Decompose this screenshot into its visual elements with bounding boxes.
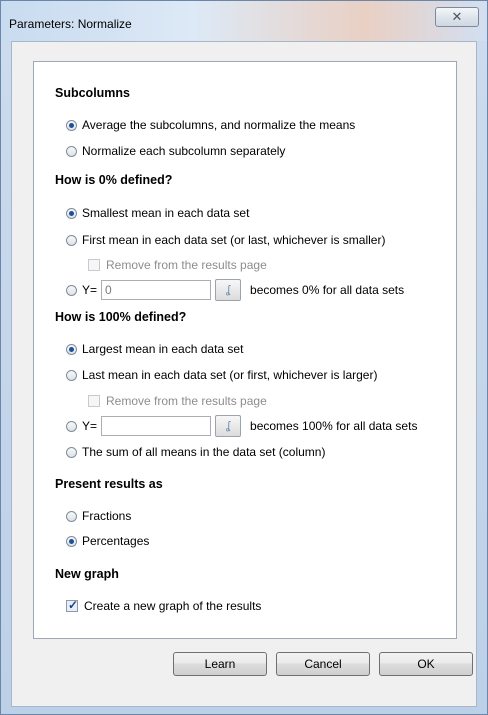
radio-normalize-each[interactable]: Normalize each subcolumn separately: [66, 143, 285, 159]
radio-label: Percentages: [82, 534, 150, 548]
y-suffix-label: becomes 0% for all data sets: [250, 283, 405, 297]
hook-picker-icon: ʆ: [226, 284, 230, 296]
checkbox-checked[interactable]: [66, 598, 78, 612]
radio-button[interactable]: [66, 369, 77, 381]
zero-y-input[interactable]: 0: [101, 280, 212, 300]
section-title-subcolumns: Subcolumns: [55, 86, 131, 100]
radio-label: The sum of all means in the data set (co…: [82, 445, 326, 459]
dialog-client-area: Subcolumns Average the subcolumns, and n…: [11, 41, 477, 707]
zero-y-row: Y= 0 ʆ becomes 0% for all data sets: [66, 278, 404, 302]
options-panel: Subcolumns Average the subcolumns, and n…: [33, 61, 457, 639]
section-title-new-graph: New graph: [55, 567, 119, 581]
radio-percentages[interactable]: Percentages: [66, 533, 149, 549]
hundred-y-input[interactable]: [101, 416, 212, 436]
radio-button-selected[interactable]: [66, 207, 77, 219]
radio-button-selected[interactable]: [66, 119, 77, 131]
radio-button[interactable]: [66, 145, 77, 157]
radio-button[interactable]: [66, 420, 77, 432]
radio-label: Smallest mean in each data set: [82, 206, 250, 220]
radio-label: Last mean in each data set (or first, wh…: [82, 368, 378, 382]
value-picker-button[interactable]: ʆ: [215, 279, 242, 301]
radio-last-mean[interactable]: Last mean in each data set (or first, wh…: [66, 367, 377, 383]
checkbox-create-graph[interactable]: Create a new graph of the results: [66, 598, 261, 614]
radio-button-selected[interactable]: [66, 535, 77, 547]
radio-sum-of-means[interactable]: The sum of all means in the data set (co…: [66, 444, 325, 460]
checkbox-label: Remove from the results page: [106, 258, 267, 272]
close-button[interactable]: ✕: [435, 7, 479, 27]
value-picker-button[interactable]: ʆ: [215, 415, 242, 437]
radio-label: Fractions: [82, 509, 132, 523]
radio-label: Average the subcolumns, and normalize th…: [82, 118, 356, 132]
checkbox: [88, 395, 100, 407]
ok-button[interactable]: OK: [379, 652, 473, 676]
checkbox-label: Create a new graph of the results: [84, 599, 262, 613]
title-bar: Parameters: Normalize ✕: [1, 1, 487, 41]
radio-smallest-mean[interactable]: Smallest mean in each data set: [66, 205, 249, 221]
checkbox: [88, 259, 100, 271]
learn-button[interactable]: Learn: [173, 652, 267, 676]
y-suffix-label: becomes 100% for all data sets: [250, 419, 418, 433]
radio-button[interactable]: [66, 510, 77, 522]
section-title-hundred: How is 100% defined?: [55, 310, 187, 324]
window-title: Parameters: Normalize: [9, 17, 132, 31]
checkbox-remove-zero: Remove from the results page: [88, 257, 267, 273]
radio-average-subcolumns[interactable]: Average the subcolumns, and normalize th…: [66, 117, 355, 133]
hook-picker-icon: ʆ: [226, 420, 230, 432]
radio-label: First mean in each data set (or last, wh…: [82, 233, 386, 247]
radio-button[interactable]: [66, 284, 77, 296]
radio-fractions[interactable]: Fractions: [66, 508, 131, 524]
checkbox-remove-hundred: Remove from the results page: [88, 393, 267, 409]
radio-label: Largest mean in each data set: [82, 342, 244, 356]
cancel-button[interactable]: Cancel: [276, 652, 370, 676]
radio-button-selected[interactable]: [66, 343, 77, 355]
checkbox-label: Remove from the results page: [106, 394, 267, 408]
normalize-dialog: Parameters: Normalize ✕ Subcolumns Avera…: [0, 0, 488, 715]
y-prefix-label: Y=: [82, 283, 98, 297]
section-title-present: Present results as: [55, 477, 163, 491]
section-title-zero: How is 0% defined?: [55, 173, 173, 187]
y-prefix-label: Y=: [82, 419, 98, 433]
radio-label: Normalize each subcolumn separately: [82, 144, 286, 158]
radio-button[interactable]: [66, 446, 77, 458]
radio-first-mean[interactable]: First mean in each data set (or last, wh…: [66, 232, 385, 248]
radio-button[interactable]: [66, 234, 77, 246]
radio-largest-mean[interactable]: Largest mean in each data set: [66, 341, 243, 357]
close-icon: ✕: [451, 9, 463, 24]
hundred-y-row: Y= ʆ becomes 100% for all data sets: [66, 414, 417, 438]
